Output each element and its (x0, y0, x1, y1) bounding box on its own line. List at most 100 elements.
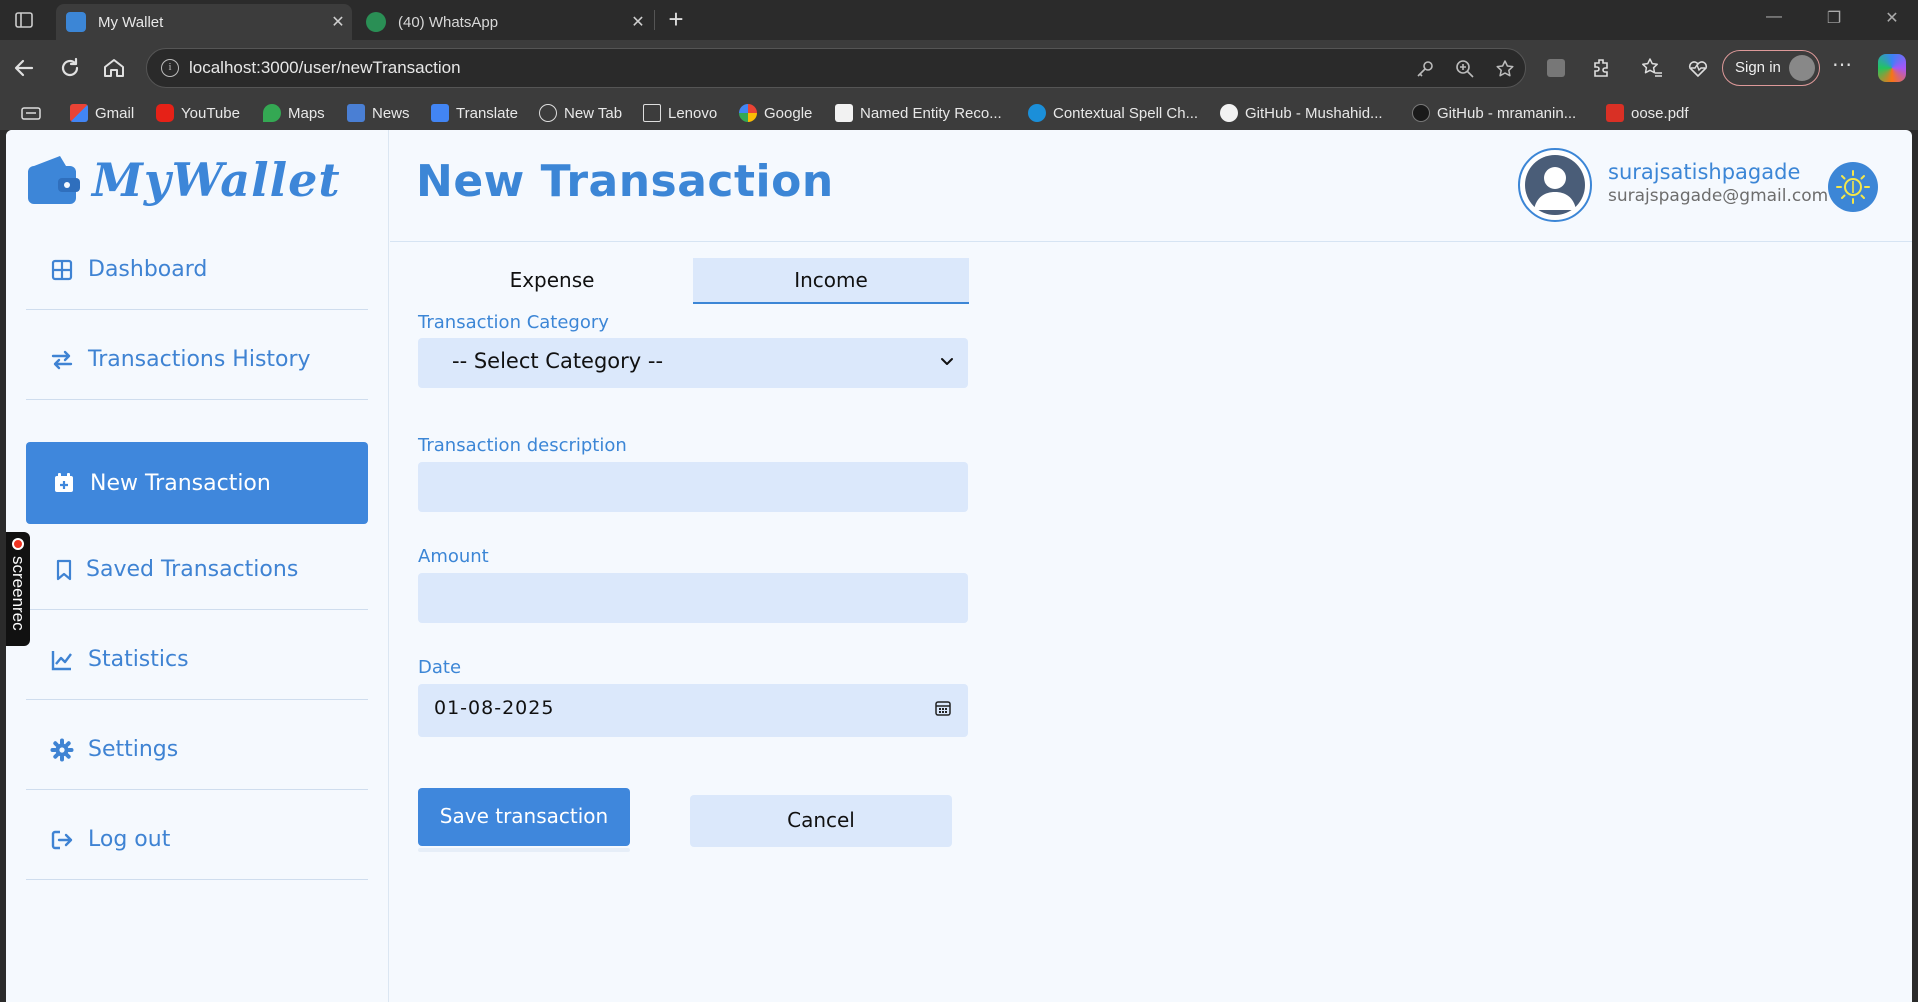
key-icon[interactable] (1415, 59, 1435, 79)
cancel-button[interactable]: Cancel (690, 795, 952, 847)
bookmarks-toggle-icon[interactable] (20, 102, 42, 124)
youtube-icon (156, 104, 174, 122)
bookmark-contextual-spell[interactable]: Contextual Spell Ch... (1028, 102, 1198, 124)
bookmark-label: GitHub - mramanin... (1437, 104, 1577, 122)
maps-pin-icon (263, 104, 281, 122)
theme-toggle-button[interactable] (1828, 162, 1878, 212)
description-input[interactable] (418, 462, 968, 512)
back-arrow-icon[interactable] (10, 54, 38, 82)
user-name: surajsatishpagade (1608, 160, 1801, 184)
amount-input[interactable] (418, 573, 968, 623)
home-icon[interactable] (100, 54, 128, 82)
bookmark-label: Maps (288, 104, 325, 122)
bookmark-news[interactable]: News (347, 102, 410, 124)
calendar-icon[interactable] (934, 699, 952, 717)
app-logo[interactable]: MyWallet (26, 152, 341, 208)
app-window: MyWallet Dashboard Transactions History (6, 130, 1912, 1002)
tab-my-wallet[interactable]: My Wallet ✕ (56, 4, 352, 40)
bookmark-gmail[interactable]: Gmail (70, 102, 134, 124)
screenrec-widget[interactable]: screenrec (6, 532, 30, 646)
sidebar-item-settings[interactable]: Settings (26, 710, 368, 790)
extensions-puzzle-icon[interactable] (1590, 56, 1614, 80)
extension-square-icon[interactable] (1544, 56, 1568, 80)
translate-icon (431, 104, 449, 122)
favorites-icon[interactable] (1640, 56, 1664, 80)
sidebar-item-log-out[interactable]: Log out (26, 800, 368, 880)
gear-icon (50, 738, 74, 761)
sidebar-item-saved-transactions[interactable]: Saved Transactions (26, 530, 368, 610)
tab-income[interactable]: Income (693, 258, 969, 304)
button-shadow (418, 848, 630, 852)
bookmark-lenovo[interactable]: Lenovo (643, 102, 717, 124)
sidebar-item-label: Log out (88, 827, 171, 852)
close-window-icon[interactable]: ✕ (1880, 8, 1904, 32)
bookmark-youtube[interactable]: YouTube (156, 102, 240, 124)
more-options-icon[interactable]: ⋯ (1832, 52, 1852, 77)
calendar-plus-icon (55, 473, 73, 492)
address-bar[interactable]: i localhost:3000/user/newTransaction (146, 48, 1526, 88)
folder-icon (643, 104, 661, 122)
chart-line-icon (51, 650, 72, 670)
grid-icon (51, 259, 73, 280)
profile-avatar-icon (1789, 55, 1815, 81)
sidebar-item-label: New Transaction (90, 470, 271, 496)
sidebar-item-dashboard[interactable]: Dashboard (26, 230, 368, 310)
sign-in-label: Sign in (1735, 59, 1781, 76)
logout-icon (51, 830, 73, 849)
sidebar-item-label: Transactions History (88, 347, 311, 372)
spell-check-icon (1028, 104, 1046, 122)
sidebar-item-new-transaction[interactable]: New Transaction (26, 442, 368, 524)
sun-icon (1836, 170, 1870, 204)
site-info-icon[interactable]: i (161, 59, 179, 77)
category-select[interactable]: -- Select Category -- (418, 338, 968, 388)
bookmark-github-mramanin[interactable]: GitHub - mramanin... (1412, 102, 1576, 124)
bookmark-label: Lenovo (668, 104, 718, 122)
bookmark-maps[interactable]: Maps (263, 102, 325, 124)
user-silhouette-icon (1525, 155, 1585, 215)
sidebar-item-transactions-history[interactable]: Transactions History (26, 320, 368, 400)
bookmark-translate[interactable]: Translate (431, 102, 518, 124)
date-input[interactable]: 01-08-2025 (418, 684, 968, 737)
sidebar-item-label: Saved Transactions (86, 557, 299, 582)
bookmark-label: YouTube (181, 104, 240, 122)
sign-in-button[interactable]: Sign in (1722, 50, 1820, 86)
url-text: localhost:3000/user/newTransaction (189, 58, 461, 77)
browser-essentials-icon[interactable] (1686, 56, 1710, 80)
save-transaction-button[interactable]: Save transaction (418, 788, 630, 846)
bookmark-named-entity[interactable]: Named Entity Reco... (835, 102, 1002, 124)
copilot-icon[interactable] (1878, 54, 1906, 82)
tab-actions-icon[interactable] (14, 10, 34, 30)
bookmark-github-mushahid[interactable]: GitHub - Mushahid... (1220, 102, 1383, 124)
close-tab-icon[interactable]: ✕ (624, 12, 652, 32)
restore-icon[interactable]: ❐ (1822, 8, 1846, 32)
zoom-icon[interactable] (1455, 59, 1475, 79)
reload-icon[interactable] (56, 54, 84, 82)
bookmark-oose-pdf[interactable]: oose.pdf (1606, 102, 1689, 124)
new-tab-icon[interactable]: + (662, 6, 690, 34)
gmail-icon (70, 104, 88, 122)
bookmark-new-tab[interactable]: New Tab (539, 102, 622, 124)
category-selected-value: -- Select Category -- (452, 349, 664, 373)
bookmark-label: Google (764, 104, 813, 122)
description-label: Transaction description (418, 435, 627, 456)
user-avatar[interactable] (1518, 148, 1592, 222)
tab-title: (40) WhatsApp (398, 13, 499, 31)
chart-page-icon (835, 104, 853, 122)
minimize-icon[interactable]: — (1762, 8, 1786, 32)
bookmark-label: Translate (456, 104, 518, 122)
google-icon (739, 104, 757, 122)
tab-whatsapp[interactable]: (40) WhatsApp ✕ (356, 4, 652, 40)
sidebar-item-label: Settings (88, 737, 179, 762)
close-tab-icon[interactable]: ✕ (324, 12, 352, 32)
bookmark-google[interactable]: Google (739, 102, 812, 124)
sidebar-item-statistics[interactable]: Statistics (26, 620, 368, 700)
logo-text: MyWallet (92, 153, 341, 207)
bookmark-label: Gmail (95, 104, 135, 122)
bookmark-label: News (372, 104, 410, 122)
new-transaction-form: Expense Income Transaction Category -- S… (390, 242, 1912, 1002)
tab-expense[interactable]: Expense (414, 258, 690, 304)
bookmark-label: oose.pdf (1631, 104, 1689, 122)
sidebar-item-label: Statistics (88, 647, 189, 672)
tab-title: My Wallet (98, 13, 164, 31)
favorite-star-icon[interactable] (1495, 59, 1515, 79)
